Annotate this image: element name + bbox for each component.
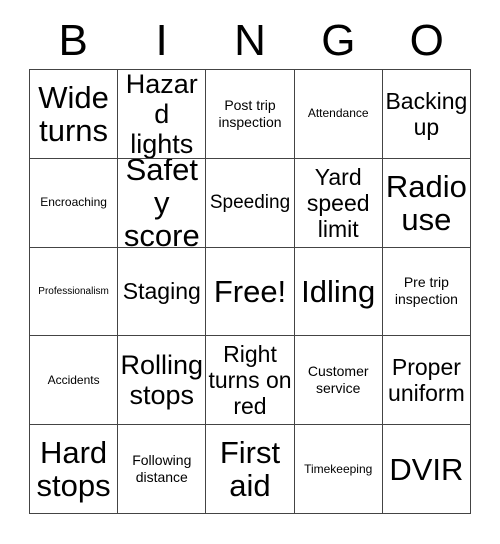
bingo-cell[interactable]: Rolling stops (118, 336, 207, 426)
bingo-cell-label: Accidents (47, 372, 100, 387)
bingo-cell-label: Professionalism (38, 285, 109, 297)
bingo-cell-label: Speeding (209, 191, 291, 213)
bingo-cell[interactable]: Hard stops (30, 425, 119, 514)
bingo-cell[interactable]: Backing up (382, 70, 471, 159)
bingo-cell[interactable]: Accidents (30, 336, 119, 426)
bingo-cell[interactable]: Staging (118, 247, 207, 337)
header-letter-g: G (321, 15, 356, 65)
bingo-cell-label: First aid (219, 435, 281, 504)
bingo-cell-label: Following distance (132, 452, 192, 486)
bingo-cell-label: Yard speed limit (306, 163, 370, 242)
bingo-cell-label: Post trip inspection (218, 96, 282, 130)
bingo-cell-label: DVIR (389, 451, 464, 487)
bingo-cell[interactable]: Post trip inspection (206, 70, 295, 159)
bingo-cell-label: Timekeeping (304, 461, 373, 476)
bingo-cell-label: Customer service (307, 363, 369, 397)
bingo-cell-label: Rolling stops (120, 350, 204, 411)
bingo-cell[interactable]: Radio use (382, 158, 471, 248)
bingo-cell[interactable]: Attendance (294, 70, 383, 159)
bingo-cell[interactable]: Safety score (118, 158, 207, 248)
bingo-cell-label: Staging (122, 278, 201, 305)
bingo-cell[interactable]: Proper uniform (382, 336, 471, 426)
bingo-grid: Wide turns Hazard lights Post trip inspect… (29, 69, 471, 514)
bingo-cell[interactable]: Customer service (294, 336, 383, 426)
bingo-cell-free[interactable]: Free! (206, 247, 295, 337)
bingo-cell[interactable]: DVIR (382, 425, 471, 514)
bingo-cell[interactable]: Wide turns (30, 70, 119, 159)
bingo-cell-label: Radio use (385, 168, 467, 237)
bingo-cell[interactable]: First aid (206, 425, 295, 514)
header-letter-b: B (58, 15, 88, 65)
bingo-header-row: B I N G O (29, 12, 471, 69)
bingo-cell-label: Pre trip inspection (394, 274, 458, 308)
bingo-cell-label: Encroaching (40, 195, 107, 210)
bingo-card: B I N G O Wide turns Hazard lights Post tr… (0, 0, 500, 544)
bingo-cell-label: Hard stops (36, 435, 111, 504)
bingo-cell[interactable]: Pre trip inspection (382, 247, 471, 337)
bingo-cell[interactable]: Professionalism (30, 247, 119, 337)
bingo-cell[interactable]: Right turns on red (206, 336, 295, 426)
bingo-cell-label: Backing up (385, 87, 468, 140)
bingo-cell-label: Free! (213, 273, 287, 309)
header-letter-o: O (409, 15, 444, 65)
bingo-cell[interactable]: Hazard lights (118, 70, 207, 159)
bingo-cell[interactable]: Yard speed limit (294, 158, 383, 248)
bingo-cell-label: Safety score (123, 158, 200, 248)
bingo-cell[interactable]: Encroaching (30, 158, 119, 248)
bingo-cell[interactable]: Speeding (206, 158, 295, 248)
bingo-cell[interactable]: Following distance (118, 425, 207, 514)
bingo-cell-label: Idling (301, 273, 376, 309)
bingo-cell[interactable]: Idling (294, 247, 383, 337)
bingo-cell-label: Hazard lights (125, 70, 198, 159)
header-letter-i: I (155, 15, 168, 65)
header-letter-n: N (234, 15, 266, 65)
bingo-cell-label: Wide turns (38, 79, 109, 148)
bingo-cell-label: Right turns on red (208, 341, 292, 420)
bingo-cell-label: Attendance (307, 106, 369, 121)
bingo-cell[interactable]: Timekeeping (294, 425, 383, 514)
bingo-cell-label: Proper uniform (388, 354, 465, 407)
